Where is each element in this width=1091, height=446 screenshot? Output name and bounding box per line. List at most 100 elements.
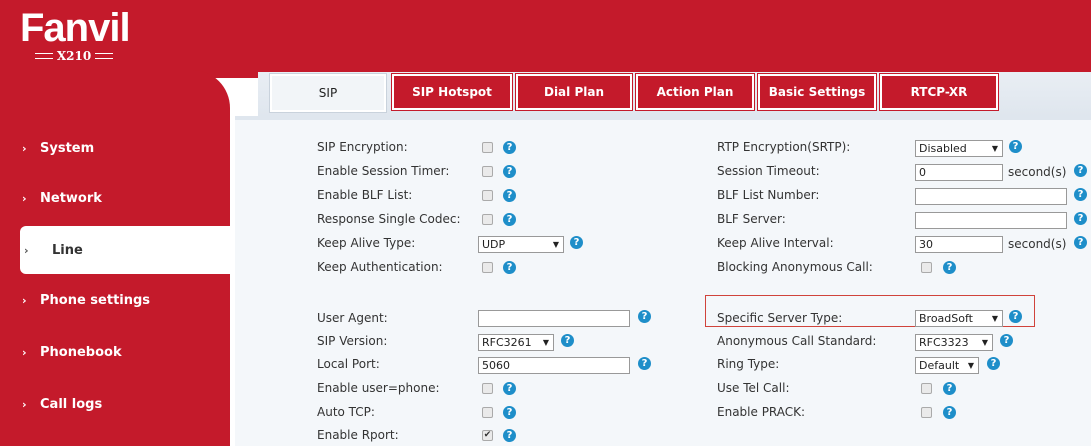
keep-alive-type-value: UDP <box>482 238 506 251</box>
tab-sip[interactable]: SIP <box>269 73 387 113</box>
chevron-right-icon: › <box>22 293 27 307</box>
question-circle-icon[interactable]: ? <box>1009 310 1022 323</box>
anon-standard-select[interactable]: RFC3323 ▼ <box>915 334 993 351</box>
single-codec-checkbox[interactable] <box>482 214 493 225</box>
anon-standard-label: Anonymous Call Standard: <box>717 334 877 348</box>
question-circle-icon[interactable]: ? <box>503 189 516 202</box>
prack-checkbox[interactable] <box>921 407 932 418</box>
question-circle-icon[interactable]: ? <box>943 382 956 395</box>
tel-call-checkbox[interactable] <box>921 383 932 394</box>
chevron-down-icon: ▼ <box>991 314 998 323</box>
chevron-right-icon: › <box>22 141 27 155</box>
tel-call-label: Use Tel Call: <box>717 381 790 395</box>
sidebar-item-network[interactable]: › Network <box>22 176 230 220</box>
keep-alive-interval-label: Keep Alive Interval: <box>717 236 834 250</box>
question-circle-icon[interactable]: ? <box>1009 140 1022 153</box>
server-type-select[interactable]: BroadSoft ▼ <box>915 310 1003 327</box>
ring-type-select[interactable]: Default ▼ <box>915 357 979 374</box>
chevron-right-icon: › <box>22 345 27 359</box>
session-timeout-input[interactable]: 0 <box>915 164 1003 181</box>
blocking-anon-checkbox[interactable] <box>921 262 932 273</box>
question-circle-icon[interactable]: ? <box>1074 188 1087 201</box>
chevron-down-icon: ▼ <box>981 338 988 347</box>
keep-alive-interval-input[interactable]: 30 <box>915 236 1003 253</box>
chevron-right-icon: › <box>22 191 27 205</box>
session-timer-label: Enable Session Timer: <box>317 164 450 178</box>
user-agent-input[interactable] <box>478 310 630 327</box>
sidebar-item-label: Network <box>40 190 102 206</box>
top-banner <box>0 0 1091 78</box>
sidebar-item-label: System <box>40 140 95 156</box>
chevron-down-icon: ▼ <box>552 240 559 249</box>
question-circle-icon[interactable]: ? <box>503 165 516 178</box>
question-circle-icon[interactable]: ? <box>503 213 516 226</box>
rport-checkbox[interactable]: ✔ <box>482 430 493 441</box>
question-circle-icon[interactable]: ? <box>1000 334 1013 347</box>
session-timeout-unit: second(s) <box>1008 165 1067 179</box>
sidebar-item-phonebook[interactable]: › Phonebook <box>22 330 230 374</box>
auto-tcp-checkbox[interactable] <box>482 407 493 418</box>
tab-basic-settings[interactable]: Basic Settings <box>757 73 877 111</box>
tab-rtcp-xr[interactable]: RTCP-XR <box>879 73 999 111</box>
blf-list-label: Enable BLF List: <box>317 188 413 202</box>
question-circle-icon[interactable]: ? <box>943 261 956 274</box>
user-agent-label: User Agent: <box>317 311 388 325</box>
blf-list-checkbox[interactable] <box>482 190 493 201</box>
user-phone-label: Enable user=phone: <box>317 381 440 395</box>
tab-sip-hotspot[interactable]: SIP Hotspot <box>391 73 513 111</box>
question-circle-icon[interactable]: ? <box>503 406 516 419</box>
question-circle-icon[interactable]: ? <box>943 406 956 419</box>
sidebar-item-call-logs[interactable]: › Call logs <box>22 382 230 426</box>
question-circle-icon[interactable]: ? <box>638 310 651 323</box>
chevron-down-icon: ▼ <box>991 144 998 153</box>
question-circle-icon[interactable]: ? <box>561 334 574 347</box>
logo-model-text: X210 <box>56 49 92 63</box>
blf-server-input[interactable] <box>915 212 1067 229</box>
server-type-value: BroadSoft <box>919 312 973 325</box>
prack-label: Enable PRACK: <box>717 405 806 419</box>
auto-tcp-label: Auto TCP: <box>317 405 375 419</box>
rtp-encryption-select[interactable]: Disabled ▼ <box>915 140 1003 157</box>
question-circle-icon[interactable]: ? <box>987 357 1000 370</box>
sidebar-item-line[interactable]: › Line <box>20 226 230 274</box>
question-circle-icon[interactable]: ? <box>1074 236 1087 249</box>
tab-action-plan[interactable]: Action Plan <box>635 73 755 111</box>
blf-number-input[interactable] <box>915 188 1067 205</box>
sip-version-select[interactable]: RFC3261 ▼ <box>478 334 554 351</box>
tab-dial-plan[interactable]: Dial Plan <box>515 73 633 111</box>
question-circle-icon[interactable]: ? <box>503 382 516 395</box>
local-port-label: Local Port: <box>317 357 380 371</box>
ring-type-label: Ring Type: <box>717 357 780 371</box>
user-phone-checkbox[interactable] <box>482 383 493 394</box>
keep-alive-type-label: Keep Alive Type: <box>317 236 416 250</box>
keep-alive-type-select[interactable]: UDP ▼ <box>478 236 564 253</box>
question-circle-icon[interactable]: ? <box>503 261 516 274</box>
rtp-encryption-value: Disabled <box>919 142 967 155</box>
sidebar-item-system[interactable]: › System <box>22 126 230 170</box>
sip-version-value: RFC3261 <box>482 336 532 349</box>
anon-standard-value: RFC3323 <box>919 336 969 349</box>
question-circle-icon[interactable]: ? <box>570 236 583 249</box>
local-port-input[interactable]: 5060 <box>478 357 630 374</box>
blf-number-label: BLF List Number: <box>717 188 820 202</box>
blf-server-label: BLF Server: <box>717 212 786 226</box>
keep-auth-checkbox[interactable] <box>482 262 493 273</box>
chevron-right-icon: › <box>24 243 29 257</box>
keep-alive-interval-unit: second(s) <box>1008 237 1067 251</box>
sidebar-item-label: Phone settings <box>40 292 151 308</box>
single-codec-label: Response Single Codec: <box>317 212 461 226</box>
question-circle-icon[interactable]: ? <box>503 429 516 442</box>
fanvil-logo: Fanvil X210 <box>20 6 150 68</box>
question-circle-icon[interactable]: ? <box>1074 164 1087 177</box>
blocking-anon-label: Blocking Anonymous Call: <box>717 260 873 274</box>
rport-label: Enable Rport: <box>317 428 399 442</box>
question-circle-icon[interactable]: ? <box>1074 212 1087 225</box>
sip-encryption-checkbox[interactable] <box>482 142 493 153</box>
question-circle-icon[interactable]: ? <box>638 357 651 370</box>
session-timer-checkbox[interactable] <box>482 166 493 177</box>
sidebar-item-phone-settings[interactable]: › Phone settings <box>22 278 230 322</box>
question-circle-icon[interactable]: ? <box>503 141 516 154</box>
logo-brand: Fanvil <box>20 6 131 50</box>
ring-type-value: Default <box>919 359 960 372</box>
session-timeout-label: Session Timeout: <box>717 164 820 178</box>
